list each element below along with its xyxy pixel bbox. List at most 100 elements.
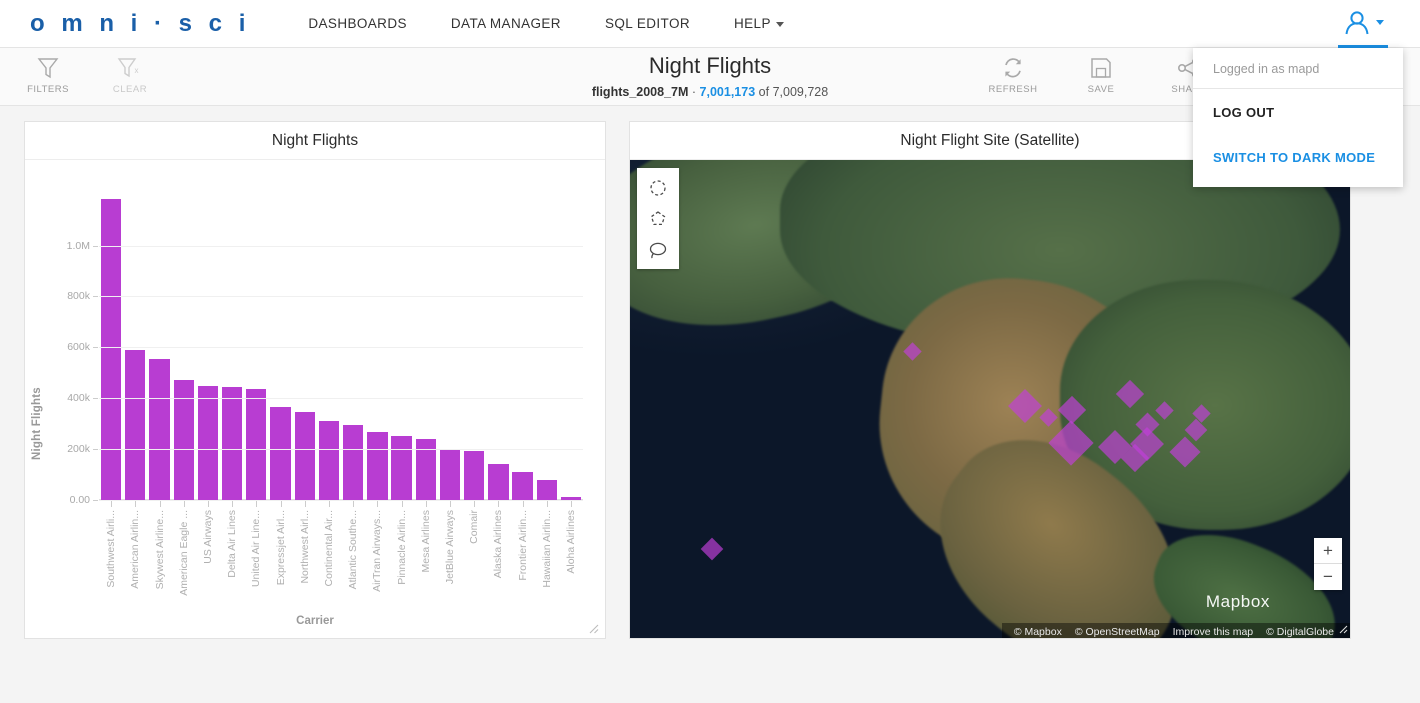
grid-line (99, 245, 583, 247)
bar-column[interactable] (462, 182, 486, 507)
bar-column[interactable] (123, 182, 147, 507)
bar-column[interactable] (172, 182, 196, 507)
bar-chart[interactable]: Night Flights 0.00 200k 400k 600k 800k 1.0M S… (25, 160, 605, 638)
bar[interactable] (221, 387, 243, 500)
bar-column[interactable] (559, 182, 583, 507)
bar-column[interactable] (317, 182, 341, 507)
attribution-digitalglobe[interactable]: © DigitalGlobe (1266, 626, 1334, 638)
map-zoom-in-button[interactable]: + (1314, 538, 1342, 564)
bar[interactable] (100, 198, 122, 500)
x-axis-tick-label: Southwest Airli... (105, 510, 118, 588)
x-axis-tick-mark (546, 500, 548, 507)
filters-button[interactable]: FILTERS (22, 56, 74, 95)
chart-resize-handle[interactable] (589, 624, 599, 634)
map-panel: Night Flight Site (Satellite) + − Mapbox… (629, 121, 1351, 639)
bar-column[interactable] (438, 182, 462, 507)
nav-link-help[interactable]: HELP (734, 16, 784, 31)
x-axis-tick-mark (328, 500, 330, 507)
main-nav-links: DASHBOARDS DATA MANAGER SQL EDITOR HELP (308, 16, 784, 31)
x-axis-tick-label: Expressjet Airl... (274, 510, 287, 586)
bar-column[interactable] (293, 182, 317, 507)
map-draw-tools (637, 168, 679, 269)
dashed-circle-icon (650, 179, 666, 196)
bar-column[interactable] (535, 182, 559, 507)
bar[interactable] (488, 464, 509, 500)
nav-link-sql-editor[interactable]: SQL EDITOR (605, 16, 690, 31)
attribution-mapbox[interactable]: © Mapbox (1014, 626, 1062, 638)
bar[interactable] (318, 421, 340, 500)
bar[interactable] (415, 438, 436, 500)
x-axis-tick-label-cell: Mesa Airlines (414, 510, 438, 600)
bar[interactable] (512, 472, 533, 500)
bar[interactable] (342, 424, 364, 500)
log-out-button[interactable]: LOG OUT (1193, 89, 1403, 120)
bar-column[interactable] (244, 182, 268, 507)
attribution-improve-this-map[interactable]: Improve this map (1173, 626, 1254, 638)
user-avatar-icon (1345, 10, 1369, 34)
map-canvas[interactable]: + − Mapbox © Mapbox © OpenStreetMap Impr… (630, 160, 1350, 638)
bar[interactable] (197, 385, 219, 500)
x-axis-tick-label-cell: Aloha Airlines (559, 510, 583, 600)
toolbar-left-group: FILTERS x CLEAR (22, 56, 156, 95)
bar[interactable] (391, 436, 412, 500)
clear-filters-button[interactable]: x CLEAR (104, 56, 156, 95)
x-axis-tick-labels: Southwest Airli... American Airlin... Skyw… (99, 510, 583, 600)
x-axis-tick-mark (183, 500, 185, 507)
circle-select-tool[interactable] (637, 172, 679, 203)
bar-column[interactable] (486, 182, 510, 507)
lasso-icon (649, 242, 667, 258)
switch-to-dark-mode-button[interactable]: SWITCH TO DARK MODE (1193, 120, 1403, 165)
bar[interactable] (463, 451, 485, 500)
x-axis-tick-label-cell: United Air Line... (244, 510, 268, 600)
nav-link-data-manager[interactable]: DATA MANAGER (451, 16, 561, 31)
funnel-clear-icon: x (104, 56, 156, 80)
x-axis-tick-mark (207, 500, 209, 507)
bar[interactable] (367, 431, 388, 500)
save-button[interactable]: SAVE (1075, 56, 1127, 95)
bar[interactable] (270, 406, 291, 500)
bar[interactable] (536, 480, 557, 500)
y-axis-tick-label: 600k (67, 341, 90, 354)
refresh-button[interactable]: REFRESH (987, 56, 1039, 95)
bar[interactable] (439, 449, 461, 500)
x-axis-tick-label: Comair (468, 510, 481, 544)
x-axis-tick-label: American Airlin... (129, 510, 142, 589)
x-axis-tick-mark (256, 500, 258, 507)
x-axis-tick-mark (474, 500, 476, 507)
x-axis-tick-label-cell: JetBlue Airways (438, 510, 462, 600)
lasso-select-tool[interactable] (637, 234, 679, 265)
polygon-select-tool[interactable] (637, 203, 679, 234)
bar-column[interactable] (341, 182, 365, 507)
grid-line (99, 296, 583, 298)
of-text: of (758, 85, 770, 99)
x-axis-tick-label-cell: American Airlin... (123, 510, 147, 600)
map-resize-handle[interactable] (1339, 625, 1348, 637)
bar-column[interactable] (510, 182, 534, 507)
dashed-polygon-icon (650, 210, 666, 225)
refresh-icon (987, 56, 1039, 80)
toolbar-right-group: REFRESH SAVE SHARE (987, 56, 1215, 95)
bar-column[interactable] (365, 182, 389, 507)
bar[interactable] (294, 412, 315, 500)
chart-panel: Night Flights Night Flights 0.00 200k 400k… (24, 121, 606, 639)
map-zoom-out-button[interactable]: − (1314, 564, 1342, 590)
bar-column[interactable] (220, 182, 244, 507)
bar[interactable] (149, 359, 170, 500)
bar-column[interactable] (268, 182, 292, 507)
omnisci-logo[interactable]: o m n i · s c i (30, 10, 250, 38)
nav-link-dashboards[interactable]: DASHBOARDS (308, 16, 407, 31)
bar-column[interactable] (389, 182, 413, 507)
bar-column[interactable] (147, 182, 171, 507)
y-axis-tick-mark (93, 296, 98, 298)
refresh-label: REFRESH (988, 84, 1038, 95)
bar-column[interactable] (196, 182, 220, 507)
bar-column[interactable] (414, 182, 438, 507)
bar[interactable] (125, 350, 146, 500)
clear-label: CLEAR (112, 84, 148, 95)
user-avatar-button[interactable] (1338, 0, 1388, 48)
x-axis-tick-label: Mesa Airlines (419, 510, 432, 573)
x-axis-tick-mark (498, 500, 500, 507)
attribution-openstreetmap[interactable]: © OpenStreetMap (1075, 626, 1160, 638)
bar[interactable] (246, 388, 267, 500)
bar-column[interactable] (99, 182, 123, 507)
